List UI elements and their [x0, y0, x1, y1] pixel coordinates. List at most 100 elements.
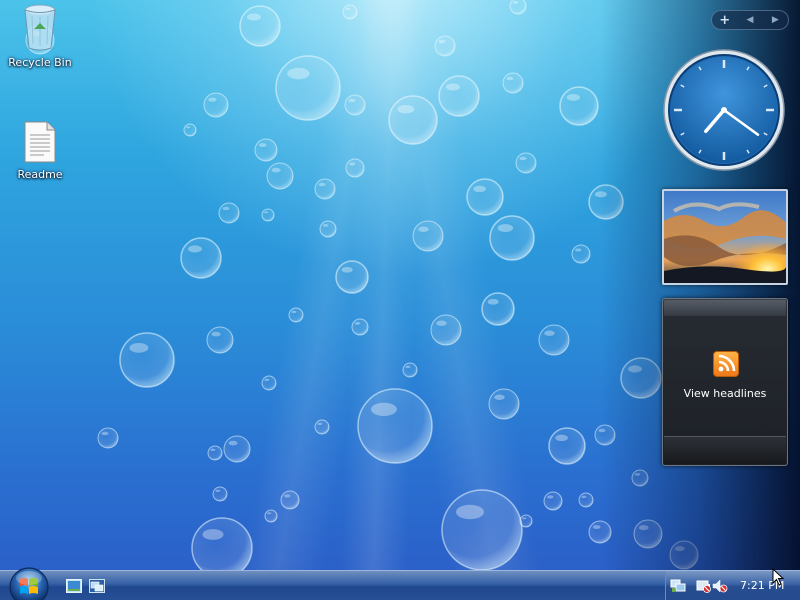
next-page-button[interactable]: ▶ [765, 15, 785, 25]
bubble [239, 5, 281, 47]
bubble [275, 55, 341, 121]
power-icon[interactable] [696, 579, 712, 593]
bubble-highlight [264, 378, 270, 382]
bubble-highlight [291, 310, 297, 314]
bubble-highlight [129, 342, 149, 353]
bubble [223, 435, 251, 463]
bubble-highlight [271, 167, 281, 173]
bubble [515, 152, 537, 174]
bubble-highlight [228, 440, 238, 446]
bubble [319, 220, 337, 238]
bubble [488, 388, 520, 420]
bubble [183, 123, 197, 137]
bubble-highlight [473, 185, 486, 193]
volume-muted-icon[interactable] [712, 579, 728, 593]
bubble [412, 220, 444, 252]
bubble [571, 244, 591, 264]
bubble [434, 35, 456, 57]
bubble [519, 514, 533, 528]
show-desktop-icon[interactable] [66, 579, 82, 593]
bubble [207, 445, 223, 461]
bubble [335, 260, 369, 294]
bubble [548, 427, 586, 465]
bubble-highlight [287, 67, 310, 80]
bubble-highlight [247, 13, 261, 21]
bubble-highlight [348, 98, 356, 103]
bubble [264, 509, 278, 523]
bubble [345, 158, 365, 178]
bubble [261, 375, 277, 391]
bubble-highlight [264, 211, 269, 214]
bubble [119, 332, 175, 388]
bubble [203, 92, 229, 118]
feed-footer-strip [664, 436, 786, 464]
bubble [466, 178, 504, 216]
bubble [314, 419, 330, 435]
bubble-highlight [506, 76, 514, 81]
bubble-highlight [258, 143, 267, 148]
bubble-highlight [318, 182, 326, 187]
bubble-highlight [519, 156, 527, 161]
network-icon[interactable] [670, 579, 686, 593]
bubble-highlight [418, 226, 429, 232]
clock-gadget[interactable] [662, 48, 786, 172]
bubble-highlight [202, 529, 224, 540]
bubble-highlight [317, 422, 323, 426]
bubble-highlight [267, 512, 272, 515]
bubble [559, 86, 599, 126]
bubble-highlight [594, 191, 607, 198]
bubble [266, 162, 294, 190]
bubble [212, 486, 228, 502]
view-headlines-link[interactable]: View headlines [663, 387, 787, 400]
bubble [254, 138, 278, 162]
bubble-highlight [101, 431, 109, 436]
bubble-highlight [555, 434, 568, 442]
bubble-highlight [215, 489, 221, 493]
bubble-highlight [208, 97, 217, 102]
sunset-clouds-photo [664, 191, 786, 283]
bubble [588, 184, 624, 220]
slideshow-gadget[interactable] [662, 189, 788, 285]
bubble-highlight [456, 504, 484, 520]
feed-headlines-gadget[interactable]: View headlines [662, 298, 788, 466]
readme-shortcut[interactable]: Readme [0, 120, 80, 181]
bubble-highlight [487, 298, 499, 305]
bubble-highlight [211, 331, 221, 337]
bubble [357, 388, 433, 464]
bubble-highlight [581, 495, 587, 499]
bubble [191, 517, 253, 570]
bubble-highlight [370, 402, 397, 417]
bubble [620, 357, 662, 399]
switch-windows-icon[interactable] [89, 579, 105, 593]
recycle-bin-icon [24, 4, 56, 51]
bubble [588, 520, 612, 544]
recycle-bin-label: Recycle Bin [8, 56, 72, 69]
bubble-highlight [566, 94, 580, 101]
add-gadget-button[interactable]: + [715, 13, 735, 28]
bubble [206, 326, 234, 354]
bubble [633, 519, 663, 549]
bubble [351, 318, 369, 336]
bubble-highlight [522, 517, 527, 520]
bubble [344, 94, 366, 116]
bubble-highlight [405, 365, 411, 369]
bubble-highlight [674, 546, 685, 552]
text-document-icon [24, 121, 56, 163]
windows-start-orb[interactable] [8, 566, 50, 600]
bubble [280, 490, 300, 510]
bubble [342, 4, 358, 20]
bubble [288, 307, 304, 323]
bubble-highlight [354, 321, 361, 325]
bubble-highlight [222, 206, 230, 211]
bubble [388, 95, 438, 145]
bubble [489, 215, 535, 261]
bubble [481, 292, 515, 326]
bubble [578, 492, 594, 508]
bubble-highlight [188, 245, 202, 253]
bubble-highlight [446, 83, 460, 91]
previous-page-button[interactable]: ◀ [740, 15, 760, 25]
recycle-bin-shortcut[interactable]: Recycle Bin [0, 2, 80, 69]
bubble [180, 237, 222, 279]
bubble-highlight [436, 320, 447, 326]
readme-label: Readme [17, 168, 63, 181]
